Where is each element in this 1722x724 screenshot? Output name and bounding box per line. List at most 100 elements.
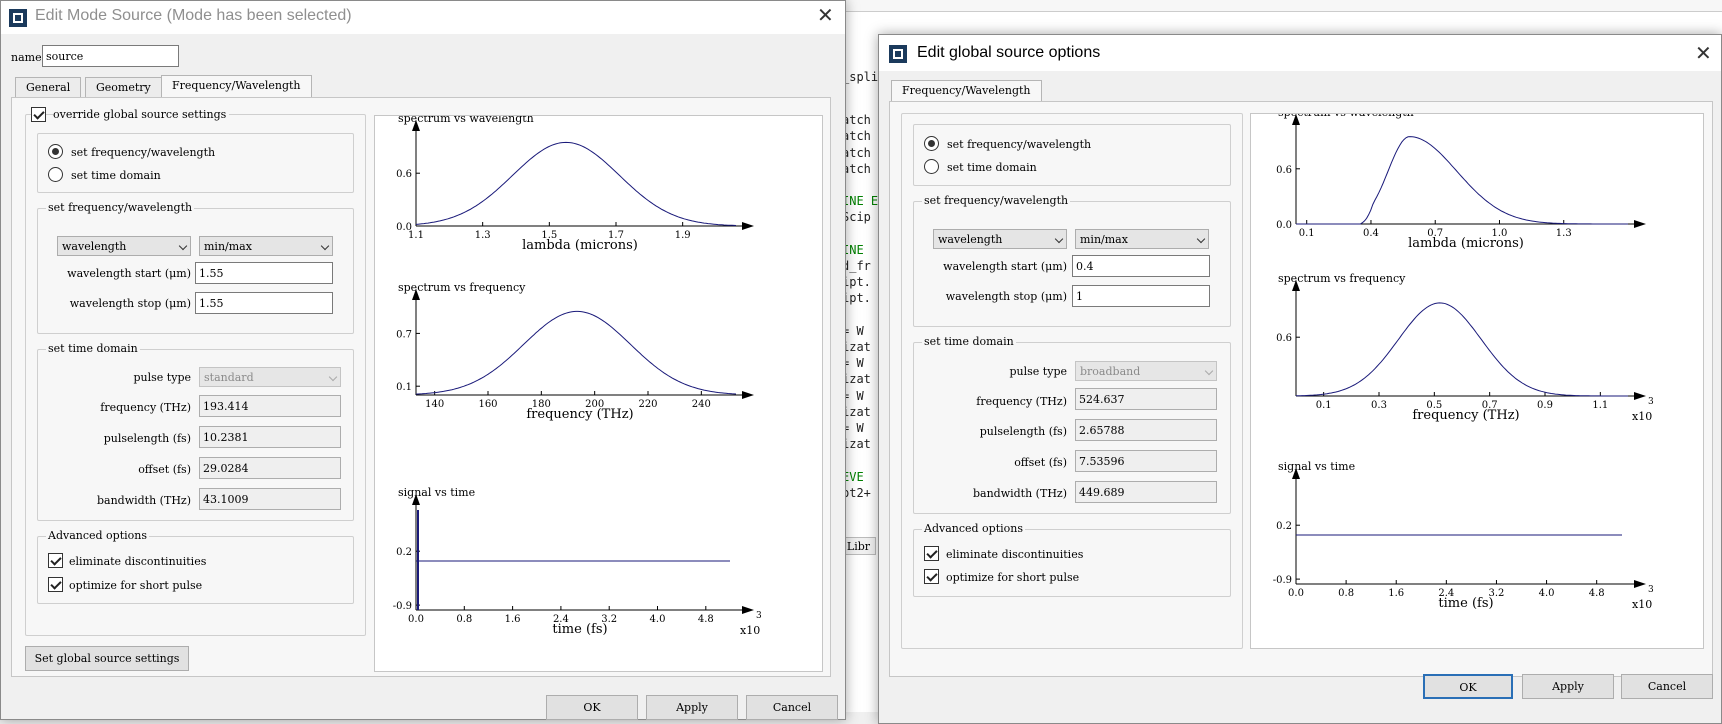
optimize-short-pulse-label: optimize for short pulse bbox=[946, 571, 1080, 584]
x-tick-label: 4.8 bbox=[698, 614, 714, 625]
group-title: set time domain bbox=[922, 335, 1016, 348]
chart-title: signal vs time bbox=[398, 486, 475, 499]
name-input[interactable]: source bbox=[42, 45, 179, 67]
chart-title: spectrum vs wavelength bbox=[398, 116, 534, 125]
y-tick-label: 0.6 bbox=[1276, 165, 1292, 176]
tab-frequency-wavelength[interactable]: Frequency/Wavelength bbox=[161, 75, 312, 97]
wavelength-stop-input[interactable]: 1.55 bbox=[195, 292, 333, 314]
select-value: min/max bbox=[204, 240, 252, 253]
x-tick-label: 0.0 bbox=[1288, 588, 1304, 599]
bandwidth-field: 449.689 bbox=[1075, 481, 1217, 503]
x-axis-label: lambda (microns) bbox=[1408, 236, 1524, 251]
ok-button[interactable]: OK bbox=[1423, 674, 1513, 699]
x-axis-arrow bbox=[742, 606, 754, 614]
x-axis-arrow bbox=[1634, 392, 1646, 400]
x-tick-label: 0.8 bbox=[456, 614, 472, 625]
radio-set-frequency-wavelength[interactable] bbox=[48, 144, 63, 159]
y-tick-label: -0.9 bbox=[1273, 575, 1292, 586]
override-label: override global source settings bbox=[53, 108, 230, 121]
radio-freq-label: set frequency/wavelength bbox=[947, 138, 1092, 151]
title-bar: Edit Mode Source (Mode has been selected… bbox=[1, 1, 845, 34]
spectrum-type-select[interactable]: wavelength bbox=[57, 236, 191, 256]
frequency-field: 193.414 bbox=[199, 395, 341, 417]
offset-field: 29.0284 bbox=[199, 457, 341, 479]
background-tab-label: _spli bbox=[842, 70, 879, 84]
y-tick-label: 0.0 bbox=[1276, 220, 1292, 231]
pulse-type-select: broadband bbox=[1075, 361, 1217, 381]
code-line: = W bbox=[842, 356, 864, 371]
code-line: izat bbox=[842, 340, 871, 355]
series-line bbox=[415, 310, 737, 395]
wavelength-start-input[interactable]: 1.55 bbox=[195, 262, 333, 284]
advanced-options-group: Advanced options bbox=[37, 529, 354, 604]
plots-svg: spectrum vs wavelength1.1 1.3 1.5 1.7 1.90.0… bbox=[393, 112, 762, 637]
code-line: EVE bbox=[842, 469, 864, 484]
pulse-type-select: standard bbox=[199, 367, 341, 387]
pulselength-label: pulselength (fs) bbox=[979, 425, 1067, 438]
x-tick-label: 0.0 bbox=[408, 614, 424, 625]
tab-geometry[interactable]: Geometry bbox=[85, 77, 162, 97]
select-value: wavelength bbox=[62, 240, 127, 253]
y-tick-label: 0.7 bbox=[396, 329, 412, 340]
app-logo-icon bbox=[889, 45, 907, 63]
series-line bbox=[1296, 136, 1628, 225]
edit-global-source-options-dialog: Edit global source options ✕ Frequency/W… bbox=[878, 34, 1722, 724]
pulse-type-label: pulse type bbox=[1009, 365, 1067, 378]
x-tick-label: 240 bbox=[692, 399, 711, 410]
dialog-title: Edit global source options bbox=[917, 44, 1101, 61]
apply-button[interactable]: Apply bbox=[1522, 674, 1614, 699]
optimize-short-pulse-label: optimize for short pulse bbox=[69, 579, 203, 592]
chevron-down-icon bbox=[1204, 366, 1214, 376]
tab-general[interactable]: General bbox=[15, 77, 82, 97]
pulse-type-label: pulse type bbox=[133, 371, 191, 384]
apply-button[interactable]: Apply bbox=[646, 695, 738, 720]
chart-4: spectrum vs frequency0.1 0.3 0.5 0.7 0.9 1.10… bbox=[1276, 272, 1654, 423]
x-tick-label: 1.9 bbox=[675, 230, 691, 241]
code-line: = W bbox=[842, 323, 864, 338]
chart-1: spectrum vs frequency140 160 180 200 220 2400… bbox=[396, 281, 754, 422]
pulselength-field: 10.2381 bbox=[199, 426, 341, 448]
chart-title: signal vs time bbox=[1278, 460, 1355, 473]
x-axis-arrow bbox=[1634, 220, 1646, 228]
wavelength-stop-label: wavelength stop (μm) bbox=[945, 290, 1067, 303]
plots-svg: spectrum vs wavelength0.10.40.71.01.30.0… bbox=[1273, 106, 1654, 611]
radio-freq-label: set frequency/wavelength bbox=[71, 146, 216, 159]
chart-5: signal vs time0.0 0.8 1.6 2.4 3.2 4.0 4.80.2-0… bbox=[1273, 460, 1654, 611]
wavelength-start-input[interactable]: 0.4 bbox=[1072, 255, 1210, 277]
radio-set-frequency-wavelength[interactable] bbox=[924, 136, 939, 151]
x-axis-label: lambda (microns) bbox=[522, 238, 638, 253]
set-global-source-settings-button[interactable]: Set global source settings bbox=[25, 646, 189, 671]
radio-set-time-domain[interactable] bbox=[924, 159, 939, 174]
range-type-select[interactable]: min/max bbox=[1075, 229, 1209, 249]
cancel-button[interactable]: Cancel bbox=[746, 695, 838, 720]
optimize-short-pulse-checkbox[interactable] bbox=[48, 577, 63, 592]
x-tick-label: 0.8 bbox=[1338, 588, 1354, 599]
wavelength-stop-input[interactable]: 1 bbox=[1072, 285, 1210, 307]
range-type-select[interactable]: min/max bbox=[199, 236, 333, 256]
y-tick-label: 0.0 bbox=[396, 222, 412, 233]
eliminate-discontinuities-checkbox[interactable] bbox=[924, 546, 939, 561]
x-axis-exponent-power: 3 bbox=[756, 611, 762, 621]
code-line: izat bbox=[842, 404, 871, 419]
ok-button[interactable]: OK bbox=[546, 695, 638, 720]
dialog-title: Edit Mode Source (Mode has been selected… bbox=[35, 7, 352, 24]
close-icon[interactable]: ✕ bbox=[817, 5, 834, 25]
optimize-short-pulse-checkbox[interactable] bbox=[924, 569, 939, 584]
frequency-label: frequency (THz) bbox=[100, 401, 191, 414]
eliminate-discontinuities-checkbox[interactable] bbox=[48, 553, 63, 568]
tab-frequency-wavelength[interactable]: Frequency/Wavelength bbox=[891, 80, 1042, 102]
spectrum-type-select[interactable]: wavelength bbox=[933, 229, 1067, 249]
cancel-button[interactable]: Cancel bbox=[1621, 674, 1713, 699]
code-line: = W bbox=[842, 421, 864, 436]
override-checkbox[interactable] bbox=[31, 107, 46, 122]
eliminate-discontinuities-label: eliminate discontinuities bbox=[69, 555, 207, 568]
y-tick-label: 0.1 bbox=[396, 382, 412, 393]
x-tick-label: 0.9 bbox=[1537, 400, 1553, 411]
close-icon[interactable]: ✕ bbox=[1695, 43, 1712, 63]
code-line: ipt. bbox=[842, 291, 871, 306]
radio-set-time-domain[interactable] bbox=[48, 167, 63, 182]
bandwidth-label: bandwidth (THz) bbox=[972, 487, 1067, 500]
